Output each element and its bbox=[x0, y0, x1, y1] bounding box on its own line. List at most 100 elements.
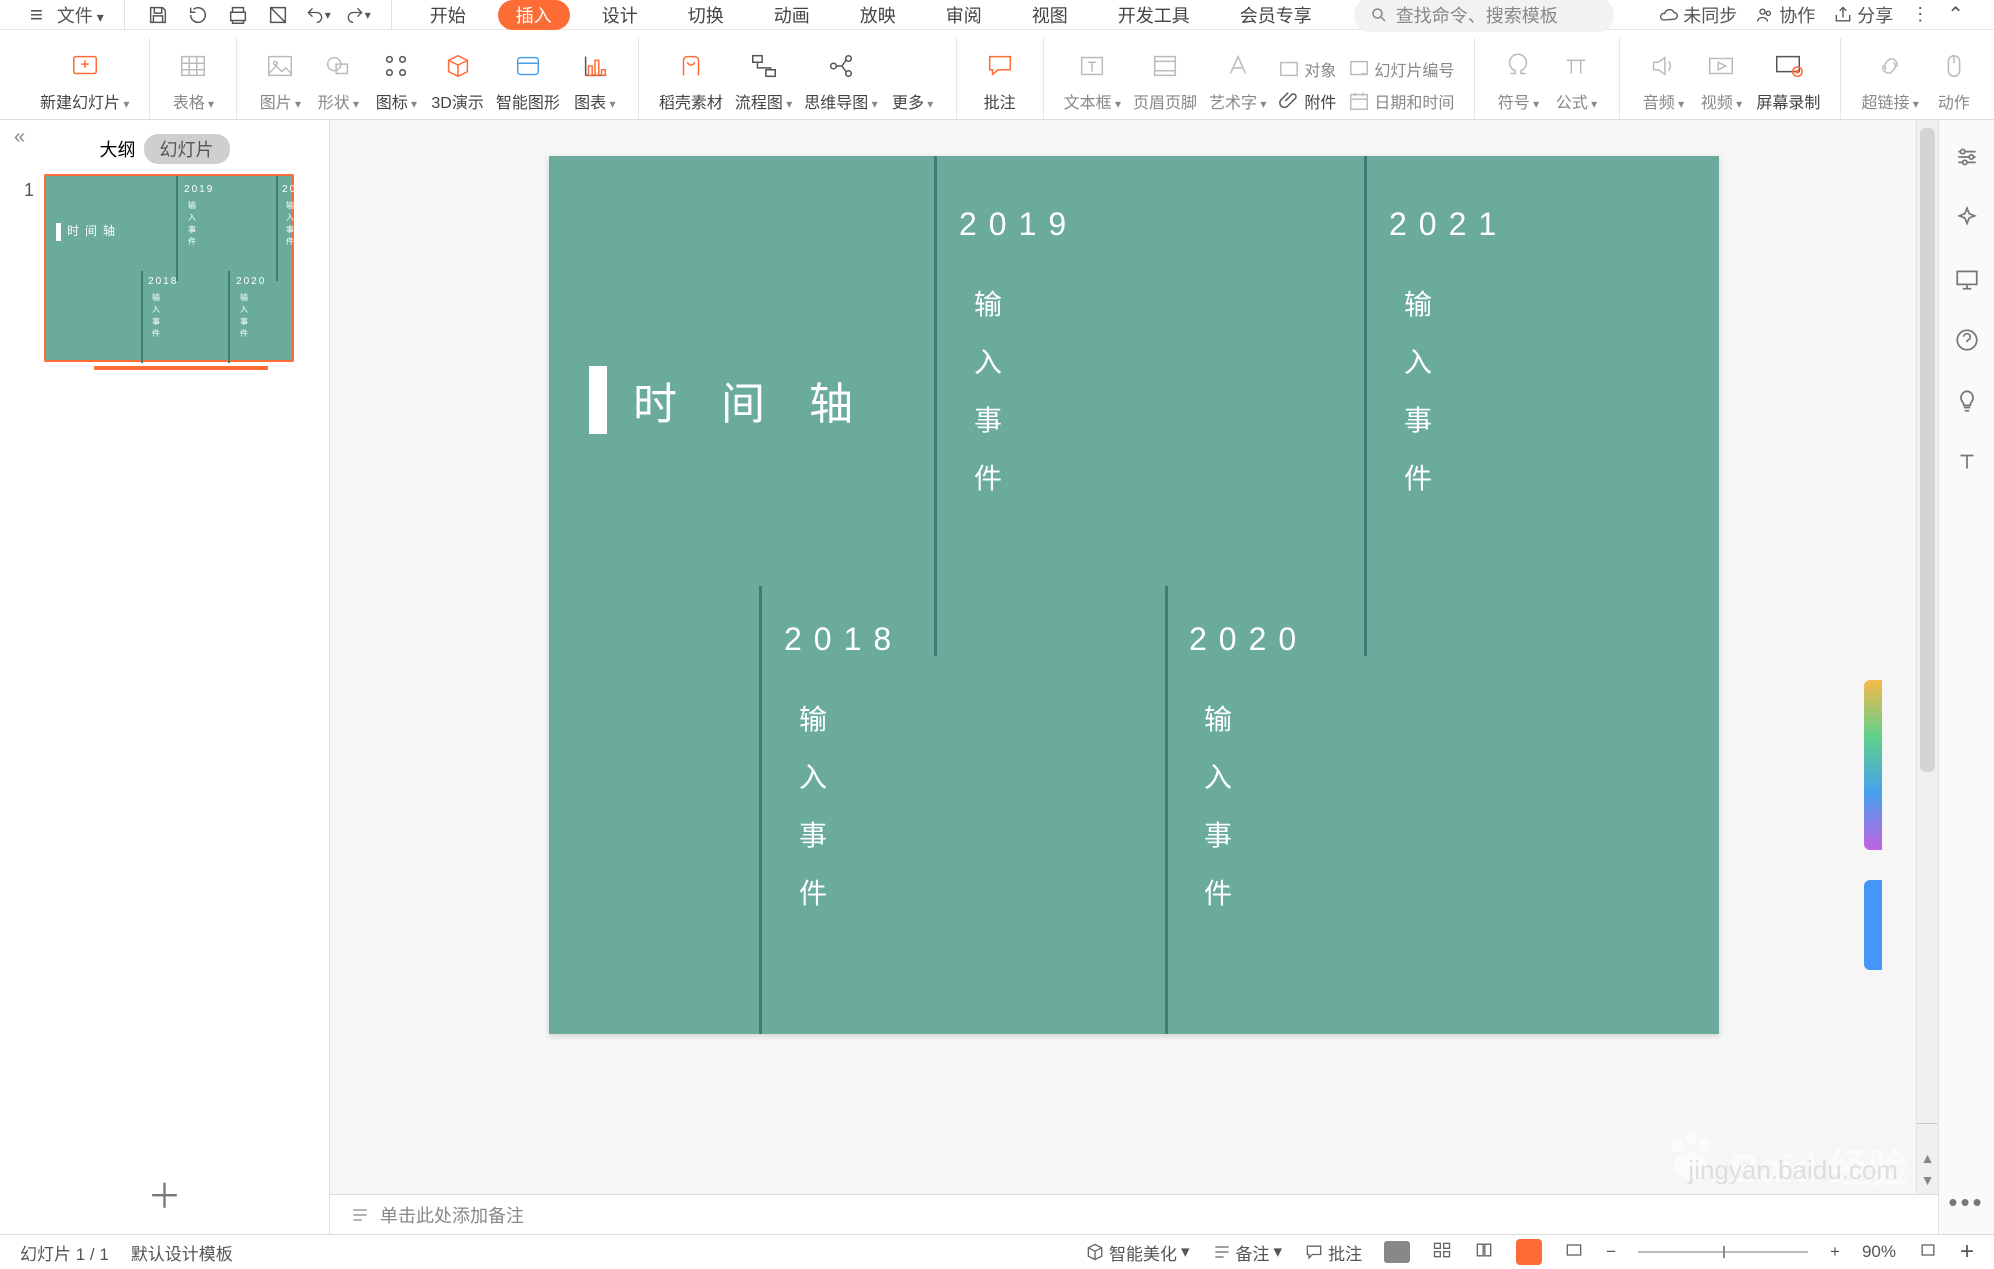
comment-toggle[interactable]: 批注 bbox=[1304, 1240, 1362, 1265]
slide-thumbnail-row[interactable]: 1 时间轴 2019 2021 2018 2020 输入事件 输入事件 输入事件… bbox=[0, 174, 329, 370]
hyperlink-button[interactable]: 超链接 bbox=[1855, 49, 1924, 119]
help-icon[interactable] bbox=[1954, 327, 1980, 358]
symbol-button[interactable]: 符号 bbox=[1489, 49, 1547, 119]
print-preview-icon[interactable] bbox=[265, 2, 291, 28]
textbox-icon bbox=[1075, 49, 1109, 83]
fit-to-window-button[interactable] bbox=[1564, 1240, 1584, 1265]
formula-button[interactable]: 公式 bbox=[1547, 49, 1605, 119]
sync-status[interactable]: 未同步 bbox=[1659, 2, 1737, 28]
tab-devtools[interactable]: 开发工具 bbox=[1100, 0, 1208, 30]
tab-start[interactable]: 开始 bbox=[412, 0, 484, 30]
docer-button[interactable]: 稻壳素材 bbox=[653, 49, 729, 119]
zoom-in-button[interactable]: + bbox=[1830, 1242, 1840, 1262]
mindmap-button[interactable]: 思维导图 bbox=[798, 49, 883, 119]
share-button[interactable]: 分享 bbox=[1833, 2, 1893, 28]
audio-button[interactable]: 音频 bbox=[1634, 49, 1692, 119]
new-slide-button[interactable]: 新建幻灯片 bbox=[34, 49, 135, 119]
year-label[interactable]: 2018 bbox=[784, 621, 903, 658]
settings-slider-icon[interactable] bbox=[1954, 144, 1980, 175]
docer-icon bbox=[674, 49, 708, 83]
tab-review[interactable]: 审阅 bbox=[928, 0, 1000, 30]
object-button[interactable]: 对象 bbox=[1278, 57, 1336, 81]
canvas-scroll[interactable]: 时间轴 2019 2021 输入事件 输入事件 2018 2020 输入事件 输… bbox=[330, 120, 1938, 1194]
slideshow-button[interactable] bbox=[1516, 1239, 1542, 1265]
table-button[interactable]: 表格 bbox=[164, 49, 222, 119]
more-icon[interactable]: ⋮ bbox=[1911, 4, 1929, 25]
event-text[interactable]: 输入事件 bbox=[799, 691, 827, 923]
tab-insert[interactable]: 插入 bbox=[498, 0, 570, 30]
outline-tab[interactable]: 大纲 bbox=[100, 136, 136, 162]
tab-animation[interactable]: 动画 bbox=[756, 0, 828, 30]
normal-view-button[interactable] bbox=[1384, 1241, 1410, 1263]
year-label[interactable]: 2019 bbox=[959, 206, 1078, 243]
vertical-scrollbar[interactable]: ▲▼ bbox=[1916, 120, 1938, 1194]
reload-icon[interactable] bbox=[185, 2, 211, 28]
panel-collapse-icon[interactable]: « bbox=[14, 126, 25, 149]
action-button[interactable]: 动作 bbox=[1925, 49, 1983, 119]
textbox-button[interactable]: 文本框 bbox=[1058, 49, 1127, 119]
scrollbar-thumb[interactable] bbox=[1920, 128, 1935, 772]
year-label[interactable]: 2020 bbox=[1189, 621, 1308, 658]
datetime-button[interactable]: 日期和时间 bbox=[1348, 89, 1454, 113]
flowchart-button[interactable]: 流程图 bbox=[729, 49, 798, 119]
zoom-value[interactable]: 90% bbox=[1862, 1242, 1896, 1262]
side-tool-tab-blue[interactable] bbox=[1864, 880, 1882, 970]
print-icon[interactable] bbox=[225, 2, 251, 28]
icon-button[interactable]: 图标 bbox=[367, 49, 425, 119]
year-label[interactable]: 2021 bbox=[1389, 206, 1508, 243]
template-name[interactable]: 默认设计模板 bbox=[131, 1240, 233, 1265]
next-slide-icon[interactable]: ▼ bbox=[1921, 1172, 1935, 1188]
slide-thumbnail[interactable]: 时间轴 2019 2021 2018 2020 输入事件 输入事件 输入事件 输… bbox=[44, 174, 294, 362]
slide-title[interactable]: 时间轴 bbox=[589, 366, 897, 434]
tab-view[interactable]: 视图 bbox=[1014, 0, 1086, 30]
reading-view-button[interactable] bbox=[1474, 1240, 1494, 1265]
sorter-view-button[interactable] bbox=[1432, 1240, 1452, 1265]
save-icon[interactable] bbox=[145, 2, 171, 28]
wordart-button[interactable]: 艺术字 bbox=[1203, 49, 1272, 119]
side-tool-tab-rainbow[interactable] bbox=[1864, 680, 1882, 850]
undo-icon[interactable]: ▾ bbox=[305, 2, 331, 28]
header-footer-button[interactable]: 页眉页脚 bbox=[1127, 49, 1203, 119]
more-button[interactable]: 更多 bbox=[884, 49, 942, 119]
collab-button[interactable]: 协作 bbox=[1755, 2, 1815, 28]
add-slide-button[interactable]: ＋ bbox=[148, 1169, 182, 1218]
notes-toggle[interactable]: 备注 ▾ bbox=[1212, 1240, 1283, 1265]
comment-button[interactable]: 批注 bbox=[971, 49, 1029, 119]
tab-member[interactable]: 会员专享 bbox=[1222, 0, 1330, 30]
video-button[interactable]: 视频 bbox=[1692, 49, 1750, 119]
shape-button[interactable]: 形状 bbox=[309, 49, 367, 119]
file-menu[interactable]: 文件 bbox=[57, 2, 104, 28]
slide-canvas[interactable]: 时间轴 2019 2021 输入事件 输入事件 2018 2020 输入事件 输… bbox=[549, 156, 1719, 1034]
collapse-ribbon-icon[interactable]: ⌃ bbox=[1947, 2, 1964, 27]
zoom-out-button[interactable]: − bbox=[1606, 1242, 1616, 1262]
notes-pane[interactable]: 单击此处添加备注 bbox=[330, 1194, 1938, 1234]
magic-icon[interactable] bbox=[1954, 205, 1980, 236]
3d-demo-button[interactable]: 3D演示 bbox=[425, 49, 489, 119]
slide-number-button[interactable]: 幻灯片编号 bbox=[1348, 57, 1454, 81]
audio-icon bbox=[1646, 49, 1680, 83]
zoom-slider[interactable] bbox=[1638, 1251, 1808, 1253]
bulb-icon[interactable] bbox=[1954, 388, 1980, 419]
present-icon[interactable] bbox=[1954, 266, 1980, 297]
attachment-button[interactable]: 附件 bbox=[1278, 89, 1336, 113]
redo-icon[interactable]: ▾ bbox=[345, 2, 371, 28]
zoom-reset-button[interactable] bbox=[1918, 1240, 1938, 1265]
smart-graphic-button[interactable]: 智能图形 bbox=[490, 49, 566, 119]
event-text[interactable]: 输入事件 bbox=[974, 276, 1002, 508]
tab-design[interactable]: 设计 bbox=[584, 0, 656, 30]
more-tools-icon[interactable]: ••• bbox=[1948, 1187, 1984, 1218]
picture-button[interactable]: 图片 bbox=[251, 49, 309, 119]
app-menu-icon[interactable]: ≡ bbox=[30, 2, 43, 28]
command-search[interactable]: 查找命令、搜索模板 bbox=[1354, 0, 1614, 32]
tab-transition[interactable]: 切换 bbox=[670, 0, 742, 30]
chart-button[interactable]: 图表 bbox=[566, 49, 624, 119]
slides-tab[interactable]: 幻灯片 bbox=[144, 134, 230, 164]
smart-beautify-button[interactable]: 智能美化 ▾ bbox=[1085, 1240, 1190, 1265]
event-text[interactable]: 输入事件 bbox=[1404, 276, 1432, 508]
event-text[interactable]: 输入事件 bbox=[1204, 691, 1232, 923]
text-tool-icon[interactable] bbox=[1954, 449, 1980, 480]
prev-slide-icon[interactable]: ▲ bbox=[1921, 1150, 1935, 1166]
add-button[interactable]: + bbox=[1960, 1238, 1974, 1266]
screen-record-button[interactable]: 屏幕录制 bbox=[1750, 49, 1826, 119]
tab-slideshow[interactable]: 放映 bbox=[842, 0, 914, 30]
